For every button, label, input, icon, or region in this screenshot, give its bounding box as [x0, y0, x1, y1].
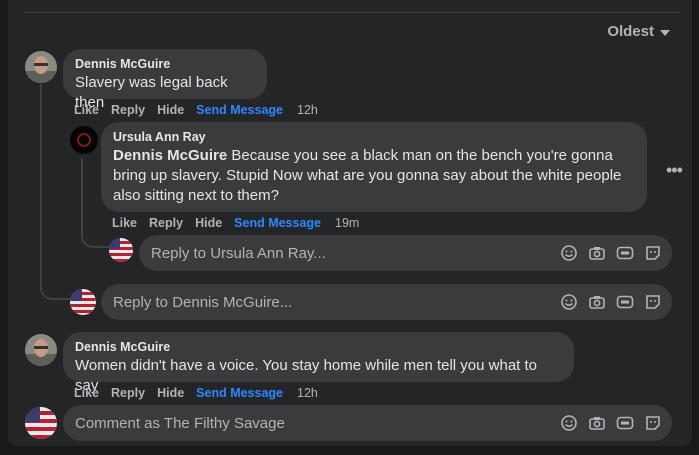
comment-author[interactable]: Dennis McGuire	[75, 57, 255, 71]
input-icons	[560, 293, 662, 311]
input-icons	[560, 414, 662, 432]
camera-icon[interactable]	[588, 244, 606, 262]
emoji-icon[interactable]	[560, 293, 578, 311]
sort-label: Oldest	[607, 23, 654, 40]
send-message-link[interactable]: Send Message	[196, 386, 283, 400]
more-options-icon[interactable]: •••	[666, 161, 683, 179]
reply-input[interactable]: Reply to Dennis McGuire...	[101, 284, 672, 320]
like-link[interactable]: Like	[74, 103, 99, 117]
comment-bubble: Dennis McGuire Women didn't have a voice…	[63, 332, 574, 394]
hide-link[interactable]: Hide	[157, 386, 184, 400]
timestamp[interactable]: 12h	[297, 103, 318, 117]
sticker-icon[interactable]	[644, 414, 662, 432]
divider	[24, 12, 680, 13]
avatar[interactable]	[25, 334, 57, 366]
camera-icon[interactable]	[588, 414, 606, 432]
avatar[interactable]	[70, 126, 98, 154]
reply-link[interactable]: Reply	[149, 216, 183, 230]
comment-input[interactable]: Comment as The Filthy Savage	[63, 405, 672, 441]
comment-input-placeholder: Comment as The Filthy Savage	[75, 414, 285, 432]
sticker-icon[interactable]	[644, 244, 662, 262]
avatar[interactable]	[25, 51, 57, 83]
comment-author[interactable]: Ursula Ann Ray	[113, 130, 635, 144]
gif-icon[interactable]	[616, 414, 634, 432]
caret-down-icon	[660, 29, 670, 36]
gif-icon[interactable]	[616, 293, 634, 311]
comments-panel: Oldest Dennis McGuire Slavery was legal …	[8, 0, 692, 446]
timestamp[interactable]: 19m	[335, 216, 359, 230]
avatar	[109, 238, 133, 262]
reply-input-placeholder: Reply to Dennis McGuire...	[113, 293, 293, 311]
emoji-icon[interactable]	[560, 414, 578, 432]
avatar	[25, 407, 57, 439]
like-link[interactable]: Like	[112, 216, 137, 230]
send-message-link[interactable]: Send Message	[196, 103, 283, 117]
comment-bubble: Dennis McGuire Slavery was legal back th…	[63, 49, 267, 111]
comment-bubble: Ursula Ann Ray Dennis McGuire Because yo…	[101, 122, 647, 212]
hide-link[interactable]: Hide	[157, 103, 184, 117]
mention-link[interactable]: Dennis McGuire	[113, 147, 227, 164]
send-message-link[interactable]: Send Message	[234, 216, 321, 230]
reply-input[interactable]: Reply to Ursula Ann Ray...	[139, 235, 672, 271]
reply-link[interactable]: Reply	[111, 386, 145, 400]
gif-icon[interactable]	[616, 244, 634, 262]
comment-actions: Like Reply Hide Send Message 19m	[112, 216, 359, 230]
like-link[interactable]: Like	[74, 386, 99, 400]
thread-line-main	[40, 84, 72, 300]
comment-actions: Like Reply Hide Send Message 12h	[74, 386, 318, 400]
reply-link[interactable]: Reply	[111, 103, 145, 117]
comment-text: Dennis McGuire Because you see a black m…	[113, 146, 635, 206]
hide-link[interactable]: Hide	[195, 216, 222, 230]
avatar	[70, 289, 96, 315]
input-icons	[560, 244, 662, 262]
sort-dropdown[interactable]: Oldest	[607, 23, 670, 40]
camera-icon[interactable]	[588, 293, 606, 311]
timestamp[interactable]: 12h	[297, 386, 318, 400]
comment-actions: Like Reply Hide Send Message 12h	[74, 103, 318, 117]
emoji-icon[interactable]	[560, 244, 578, 262]
reply-input-placeholder: Reply to Ursula Ann Ray...	[151, 244, 326, 262]
comment-author[interactable]: Dennis McGuire	[75, 340, 562, 354]
sticker-icon[interactable]	[644, 293, 662, 311]
